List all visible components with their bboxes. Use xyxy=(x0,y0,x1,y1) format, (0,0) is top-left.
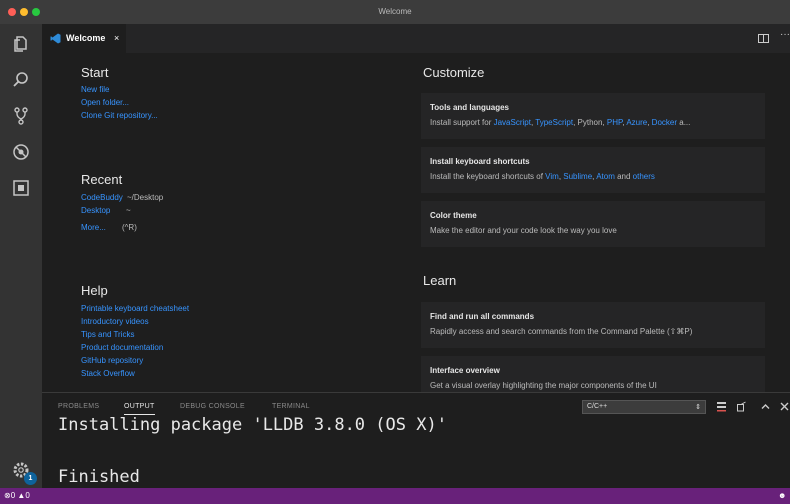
vscode-logo-icon xyxy=(50,33,61,44)
extensions-icon[interactable] xyxy=(11,178,31,198)
recent-item-desktop[interactable]: Desktop xyxy=(81,206,110,215)
recent-item-codebuddy[interactable]: CodeBuddy xyxy=(81,193,123,202)
search-icon[interactable] xyxy=(11,70,31,90)
php-link[interactable]: PHP xyxy=(607,118,622,127)
more-actions-icon[interactable]: ··· xyxy=(780,29,790,40)
card-title: Interface overview xyxy=(430,366,500,375)
output-channel-value: C/C++ xyxy=(587,403,608,410)
help-link-github-repository[interactable]: GitHub repository xyxy=(81,356,143,365)
separator: and xyxy=(614,172,633,181)
help-link-tips-and-tricks[interactable]: Tips and Tricks xyxy=(81,330,135,339)
clear-output-icon[interactable] xyxy=(716,401,727,412)
debug-icon[interactable] xyxy=(11,142,31,162)
recent-item-path: ~ xyxy=(126,206,131,215)
error-count: 0 xyxy=(10,491,16,500)
card-title: Find and run all commands xyxy=(430,312,535,321)
help-link-product-documentation[interactable]: Product documentation xyxy=(81,343,163,352)
title-bar: Welcome xyxy=(0,0,790,24)
card-description-text: Install support for xyxy=(430,118,494,127)
help-heading: Help xyxy=(81,283,108,298)
output-line: Installing package 'LLDB 3.8.0 (OS X)' xyxy=(58,415,447,435)
card-description: Get a visual overlay highlighting the ma… xyxy=(430,381,657,390)
problems-status[interactable]: ⊗0 ▲0 xyxy=(4,491,30,500)
help-link-stack-overflow[interactable]: Stack Overflow xyxy=(81,369,135,378)
feedback-icon[interactable]: ☻ xyxy=(778,491,786,500)
tools-and-languages-card[interactable]: Tools and languages Install support for … xyxy=(421,93,765,139)
others-link[interactable]: others xyxy=(633,172,655,181)
window-title: Welcome xyxy=(378,7,412,16)
welcome-page: Start New file Open folder... Clone Git … xyxy=(42,53,790,392)
card-description: Make the editor and your code look the w… xyxy=(430,226,617,235)
vim-link[interactable]: Vim xyxy=(545,172,559,181)
tab-output[interactable]: OUTPUT xyxy=(124,403,155,415)
card-description-text: Install the keyboard shortcuts of xyxy=(430,172,546,181)
tab-debug-console[interactable]: DEBUG CONSOLE xyxy=(180,403,245,410)
sublime-link[interactable]: Sublime xyxy=(563,172,592,181)
editor-tabs-bar: Welcome × ··· xyxy=(42,24,790,53)
output-channel-select[interactable]: C/C++ ⇕ xyxy=(582,400,706,414)
error-icon: ⊗ xyxy=(4,491,11,500)
recent-heading: Recent xyxy=(81,172,123,187)
python-text: Python xyxy=(577,118,603,127)
docker-link[interactable]: Docker xyxy=(652,118,677,127)
recent-item-path: ~/Desktop xyxy=(127,193,164,202)
card-title: Install keyboard shortcuts xyxy=(430,157,530,166)
help-link-introductory-videos[interactable]: Introductory videos xyxy=(81,317,149,326)
close-panel-icon[interactable] xyxy=(779,401,790,412)
install-keyboard-shortcuts-card[interactable]: Install keyboard shortcuts Install the k… xyxy=(421,147,765,193)
typescript-link[interactable]: TypeScript xyxy=(535,118,573,127)
split-editor-icon[interactable] xyxy=(758,33,769,44)
activity-bar: 1 xyxy=(0,24,42,488)
tab-close-icon[interactable]: × xyxy=(114,33,119,43)
card-title: Color theme xyxy=(430,211,477,220)
recent-more-shortcut: (^R) xyxy=(122,223,137,232)
clone-git-repository-link[interactable]: Clone Git repository... xyxy=(81,111,158,120)
learn-heading: Learn xyxy=(423,273,457,288)
help-link-keyboard-cheatsheet[interactable]: Printable keyboard cheatsheet xyxy=(81,304,189,313)
lock-scroll-icon[interactable] xyxy=(736,401,747,412)
card-title: Tools and languages xyxy=(430,103,509,112)
warning-count: 0 xyxy=(25,491,30,500)
card-description: Install the keyboard shortcuts of Vim, S… xyxy=(430,172,655,181)
tab-label: Welcome xyxy=(66,33,106,43)
tab-welcome[interactable]: Welcome × xyxy=(42,24,126,53)
open-folder-link[interactable]: Open folder... xyxy=(81,98,129,107)
explorer-icon[interactable] xyxy=(11,34,31,54)
status-bar: ⊗0 ▲0 ☻ xyxy=(0,488,790,504)
javascript-link[interactable]: JavaScript xyxy=(494,118,531,127)
new-file-link[interactable]: New file xyxy=(81,85,109,94)
tab-terminal[interactable]: TERMINAL xyxy=(272,403,310,410)
output-line: Finished xyxy=(58,467,140,487)
collapse-panel-icon[interactable] xyxy=(760,401,771,412)
interface-overview-card[interactable]: Interface overview Get a visual overlay … xyxy=(421,356,765,392)
settings-update-badge: 1 xyxy=(24,472,37,485)
recent-more-link[interactable]: More... xyxy=(81,223,106,232)
atom-link[interactable]: Atom xyxy=(596,172,615,181)
start-heading: Start xyxy=(81,65,109,80)
card-description: Rapidly access and search commands from … xyxy=(430,327,693,336)
source-control-icon[interactable] xyxy=(11,106,31,126)
customize-heading: Customize xyxy=(423,65,485,80)
card-description-suffix: a... xyxy=(677,118,691,127)
color-theme-card[interactable]: Color theme Make the editor and your cod… xyxy=(421,201,765,247)
find-and-run-commands-card[interactable]: Find and run all commands Rapidly access… xyxy=(421,302,765,348)
select-arrows-icon: ⇕ xyxy=(695,404,701,411)
tab-problems[interactable]: PROBLEMS xyxy=(58,403,99,410)
card-description: Install support for JavaScript, TypeScri… xyxy=(430,118,690,127)
output-panel: PROBLEMS OUTPUT DEBUG CONSOLE TERMINAL C… xyxy=(42,392,790,488)
azure-link[interactable]: Azure xyxy=(626,118,647,127)
